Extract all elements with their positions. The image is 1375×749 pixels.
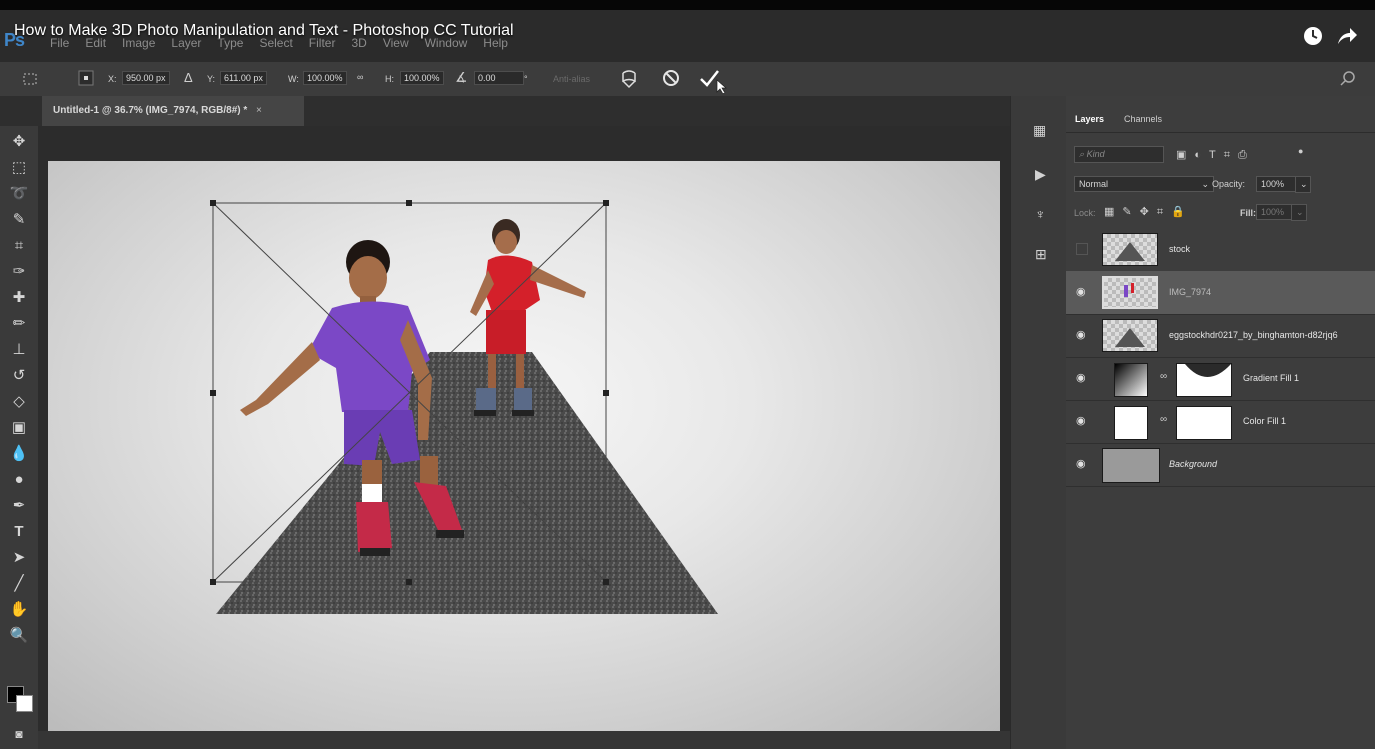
- filter-kind-label: Kind: [1086, 149, 1105, 159]
- grid-panel-icon[interactable]: ▦: [1033, 122, 1046, 139]
- color-fill-thumbnail: [1114, 406, 1148, 440]
- eye-icon[interactable]: ◉: [1076, 414, 1086, 427]
- layer-name[interactable]: Background: [1169, 459, 1217, 469]
- eye-icon[interactable]: ◉: [1076, 328, 1086, 341]
- layer-filter-kind[interactable]: ⌕ Kind: [1074, 146, 1164, 163]
- layer-thumbnail: [1102, 233, 1158, 266]
- actions-play-icon[interactable]: ▶: [1035, 166, 1046, 183]
- opacity-dropdown-icon[interactable]: ⌄: [1295, 176, 1311, 193]
- panel-icon-column: ▦ ▶ ♆ ⊞: [1010, 96, 1067, 749]
- fill-label: Fill:: [1240, 208, 1256, 218]
- eye-icon[interactable]: ◉: [1076, 285, 1086, 298]
- filter-type-icons[interactable]: ▣◐T⌗⎙: [1176, 148, 1255, 162]
- canvas-artwork[interactable]: [0, 0, 1010, 749]
- share-icon[interactable]: [1336, 26, 1358, 46]
- blend-mode-value: Normal: [1079, 179, 1109, 189]
- layer-name[interactable]: stock: [1169, 244, 1190, 254]
- link-icon[interactable]: ∞: [1160, 371, 1167, 382]
- status-bar: [38, 731, 1010, 749]
- search-icon: ⌕: [1079, 149, 1085, 159]
- layer-thumbnail: [1102, 319, 1158, 352]
- panel-tabs: Layers Channels: [1066, 106, 1375, 133]
- lock-icons[interactable]: ▦✎✥⌗🔒: [1104, 205, 1193, 219]
- layer-thumbnail: [1102, 276, 1158, 309]
- eye-icon[interactable]: ◉: [1076, 457, 1086, 470]
- tab-channels[interactable]: Channels: [1124, 114, 1162, 124]
- layer-row-stock[interactable]: stock: [1066, 228, 1375, 272]
- visibility-toggle-off[interactable]: [1076, 243, 1088, 255]
- search-icon[interactable]: [1340, 70, 1356, 86]
- layer-row-img-7974[interactable]: ◉ IMG_7974: [1066, 271, 1375, 315]
- blend-mode-select[interactable]: Normal ⌄: [1074, 176, 1214, 192]
- background-thumbnail: [1102, 448, 1160, 483]
- layer-mask-thumbnail: [1176, 363, 1232, 397]
- layer-mask-thumbnail: [1176, 406, 1232, 440]
- fill-input[interactable]: 100%: [1256, 204, 1292, 220]
- eye-icon[interactable]: ◉: [1076, 371, 1086, 384]
- road-surface: [216, 352, 718, 614]
- gradient-fill-thumbnail: [1114, 363, 1148, 397]
- opacity-input[interactable]: 100%: [1256, 176, 1296, 192]
- watch-later-icon[interactable]: [1302, 25, 1324, 47]
- chevron-down-icon: ⌄: [1201, 179, 1209, 189]
- layers-panel: Layers Channels ⌕ Kind ▣◐T⌗⎙ ● Normal ⌄ …: [1066, 96, 1375, 749]
- layer-name[interactable]: Color Fill 1: [1243, 416, 1286, 426]
- properties-panel-icon[interactable]: ⊞: [1035, 246, 1047, 263]
- fill-dropdown-icon[interactable]: ⌄: [1291, 204, 1307, 221]
- layer-row-color-fill[interactable]: ◉ ∞ Color Fill 1: [1066, 400, 1375, 444]
- opacity-label: Opacity:: [1212, 179, 1246, 189]
- lock-label: Lock:: [1074, 208, 1096, 218]
- filter-toggle-icon[interactable]: ●: [1298, 146, 1303, 156]
- link-icon[interactable]: ∞: [1160, 414, 1167, 425]
- tab-layers[interactable]: Layers: [1075, 114, 1104, 124]
- layer-row-background[interactable]: ◉ Background: [1066, 443, 1375, 487]
- layer-row-gradient-fill[interactable]: ◉ ∞ Gradient Fill 1: [1066, 357, 1375, 401]
- brush-settings-icon[interactable]: ♆: [1035, 206, 1046, 222]
- layer-row-eggstock[interactable]: ◉ eggstockhdr0217_by_binghamton-d82rjq6: [1066, 314, 1375, 358]
- layer-name[interactable]: IMG_7974: [1169, 287, 1211, 297]
- layer-name[interactable]: Gradient Fill 1: [1243, 373, 1299, 383]
- layer-name[interactable]: eggstockhdr0217_by_binghamton-d82rjq6: [1169, 330, 1338, 340]
